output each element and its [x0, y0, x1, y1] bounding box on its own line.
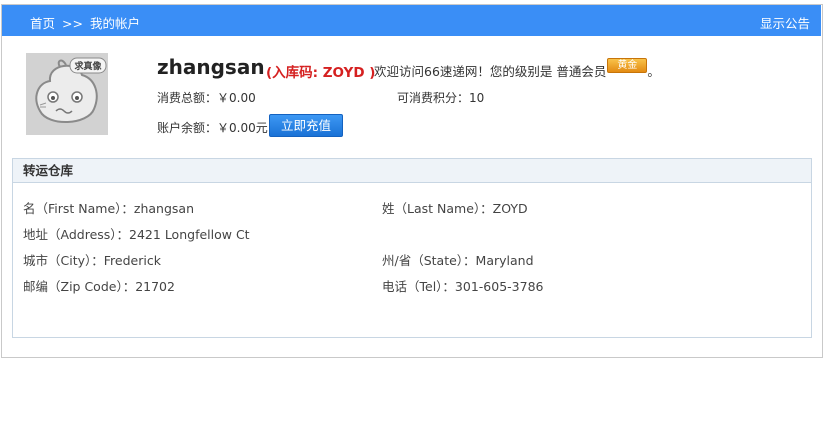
avatar-placeholder-icon: 求真像 — [26, 53, 108, 135]
top-bar: 首页 >> 我的帐户 显示公告 — [2, 5, 821, 36]
avatar-label: 求真像 — [74, 60, 102, 72]
breadcrumb-separator: >> — [62, 16, 83, 31]
panel-title: 转运仓库 — [13, 159, 811, 183]
avatar: 求真像 — [26, 53, 108, 135]
welcome-text: 欢迎访问66速递网！您的级别是 — [374, 64, 553, 79]
gold-level-badge: 黄金 — [607, 58, 648, 73]
welcome-message: 欢迎访问66速递网！您的级别是 普通会员 黄金。 — [374, 58, 660, 80]
available-points: 可消费积分：10 — [397, 91, 485, 105]
state-field: 州/省（State）：Maryland — [382, 253, 534, 268]
warehouse-code: (入库码: ZOYD ) — [266, 65, 376, 81]
total-spend: 消费总额：￥0.00 — [157, 91, 256, 105]
gold-badge-label: 黄金 — [617, 60, 638, 71]
tel-field: 电话（Tel）：301-605-3786 — [382, 279, 544, 294]
account-balance: 账户余额：￥0.00元 — [157, 121, 268, 135]
breadcrumb: 首页 >> 我的帐户 — [30, 13, 140, 32]
username: zhangsan — [157, 55, 265, 79]
city-field: 城市（City）：Frederick — [23, 253, 161, 268]
show-notice-link[interactable]: 显示公告 — [760, 13, 810, 32]
warehouse-panel: 转运仓库 名（First Name）：zhangsan 姓（Last Name）… — [12, 158, 812, 338]
zip-field: 邮编（Zip Code）：21702 — [23, 279, 175, 294]
breadcrumb-home-link[interactable]: 首页 — [30, 16, 55, 31]
member-level: 普通会员 — [556, 64, 607, 79]
breadcrumb-current: 我的帐户 — [89, 16, 140, 31]
welcome-period: 。 — [647, 64, 660, 79]
first-name-field: 名（First Name）：zhangsan — [23, 201, 195, 216]
address-field: 地址（Address）：2421 Longfellow Ct — [23, 227, 250, 242]
recharge-button[interactable]: 立即充值 — [269, 114, 343, 137]
last-name-field: 姓（Last Name）：ZOYD — [382, 201, 528, 216]
